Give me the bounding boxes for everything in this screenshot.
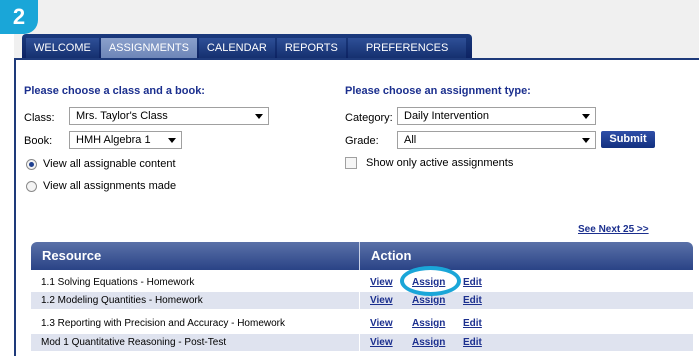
column-divider <box>359 315 360 332</box>
chevron-down-icon <box>582 138 590 143</box>
see-next-link[interactable]: See Next 25 >> <box>578 224 649 235</box>
resource-name: 1.2 Modeling Quantities - Homework <box>41 295 203 306</box>
assign-link[interactable]: Assign <box>412 337 445 348</box>
header-divider <box>359 242 360 270</box>
grade-label: Grade: <box>345 135 379 147</box>
tab-calendar[interactable]: CALENDAR <box>198 38 275 58</box>
class-select[interactable]: Mrs. Taylor's Class <box>69 107 269 125</box>
col-resource-header: Resource <box>42 248 102 263</box>
col-action-header: Action <box>371 248 412 263</box>
content-frame <box>14 58 699 356</box>
active-only-checkbox[interactable]: Show only active assignments <box>345 157 513 169</box>
assign-highlight-ring <box>400 266 461 296</box>
table-row: Mod 1 Quantitative Reasoning - Post-Test… <box>31 334 693 351</box>
resource-name: 1.3 Reporting with Precision and Accurac… <box>41 318 285 329</box>
book-label: Book: <box>24 135 53 147</box>
tab-preferences[interactable]: PREFERENCES <box>347 38 467 58</box>
book-select-value: HMH Algebra 1 <box>76 134 151 146</box>
grade-select[interactable]: All <box>397 131 596 149</box>
category-label: Category: <box>345 112 393 124</box>
radio-view-all-content-label: View all assignable content <box>43 158 176 170</box>
column-divider <box>359 274 360 291</box>
main-nav: WELCOME ASSIGNMENTS CALENDAR REPORTS PRE… <box>22 34 472 58</box>
view-link[interactable]: View <box>370 295 393 306</box>
chevron-down-icon <box>168 138 176 143</box>
assignment-type-title: Please choose an assignment type: <box>345 85 531 97</box>
column-divider <box>359 334 360 351</box>
chevron-down-icon <box>255 114 263 119</box>
tab-welcome[interactable]: WELCOME <box>26 38 99 58</box>
assign-link[interactable]: Assign <box>412 295 445 306</box>
edit-link[interactable]: Edit <box>463 318 482 329</box>
class-label: Class: <box>24 112 55 124</box>
category-select-value: Daily Intervention <box>404 110 489 122</box>
book-select[interactable]: HMH Algebra 1 <box>69 131 182 149</box>
class-book-title: Please choose a class and a book: <box>24 85 205 97</box>
resource-name: Mod 1 Quantitative Reasoning - Post-Test <box>41 337 227 348</box>
radio-view-all-content[interactable]: View all assignable content <box>26 158 176 170</box>
table-row: 1.1 Solving Equations - Homework View As… <box>31 274 693 291</box>
edit-link[interactable]: Edit <box>463 295 482 306</box>
active-only-label: Show only active assignments <box>366 157 514 169</box>
column-divider <box>359 292 360 309</box>
edit-link[interactable]: Edit <box>463 337 482 348</box>
table-row: 1.3 Reporting with Precision and Accurac… <box>31 315 693 332</box>
checkbox-box <box>345 157 357 169</box>
radio-unselected-icon <box>26 180 37 192</box>
view-link[interactable]: View <box>370 337 393 348</box>
radio-view-all-made[interactable]: View all assignments made <box>26 180 176 192</box>
radio-view-all-made-label: View all assignments made <box>43 180 177 192</box>
tab-reports[interactable]: REPORTS <box>276 38 346 58</box>
table-row: 1.2 Modeling Quantities - Homework View … <box>31 292 693 309</box>
category-select[interactable]: Daily Intervention <box>397 107 596 125</box>
step-number-badge: 2 <box>0 0 38 34</box>
assign-link[interactable]: Assign <box>412 318 445 329</box>
submit-button[interactable]: Submit <box>601 131 655 148</box>
edit-link[interactable]: Edit <box>463 277 482 288</box>
view-link[interactable]: View <box>370 318 393 329</box>
tab-assignments[interactable]: ASSIGNMENTS <box>100 38 197 58</box>
radio-selected-icon <box>26 158 37 170</box>
table-header: Resource Action <box>31 242 693 270</box>
chevron-down-icon <box>582 114 590 119</box>
resource-name: 1.1 Solving Equations - Homework <box>41 277 195 288</box>
view-link[interactable]: View <box>370 277 393 288</box>
grade-select-value: All <box>404 134 417 146</box>
class-select-value: Mrs. Taylor's Class <box>76 110 168 122</box>
